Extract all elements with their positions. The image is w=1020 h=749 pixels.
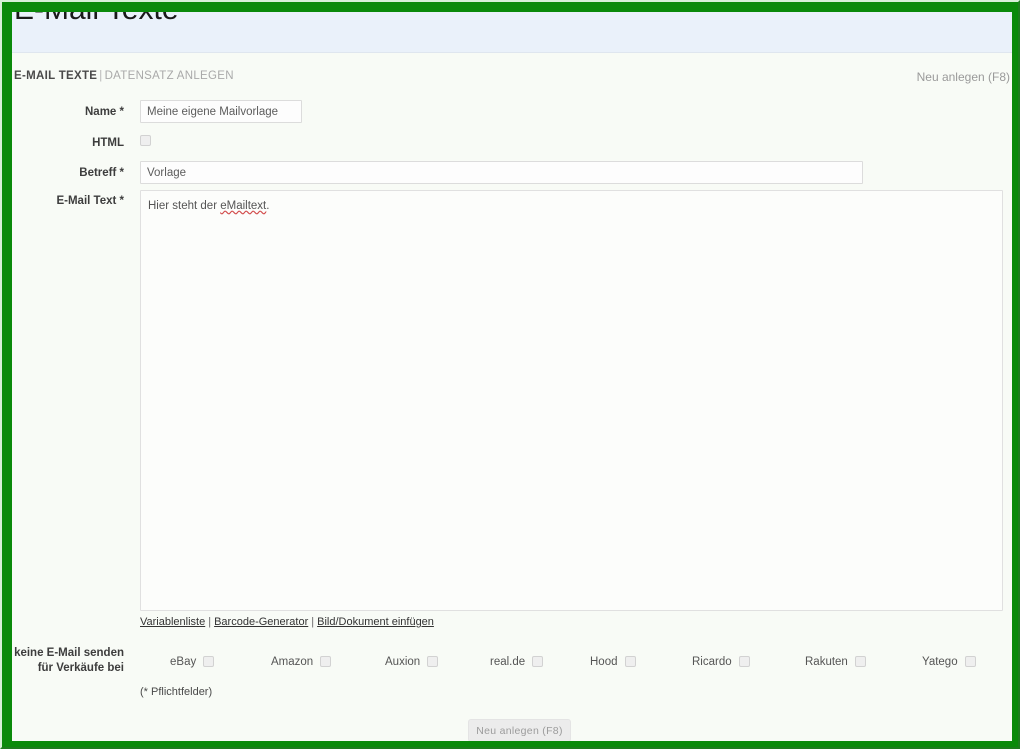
marketplace-label-auxion: Auxion	[385, 656, 421, 668]
top-new-record-link[interactable]: Neu anlegen (F8)	[917, 70, 1010, 84]
form-row-name: Name *	[12, 100, 1012, 132]
link-bild-dokument-einfuegen[interactable]: Bild/Dokument einfügen	[317, 616, 434, 628]
marketplace-checkbox-yatego[interactable]	[964, 656, 976, 668]
required-fields-note: (* Pflichtfelder)	[140, 686, 213, 698]
form-row-email-text: E-Mail Text * Hier steht der eMailtext.	[12, 190, 1012, 616]
breadcrumb-current: E-MAIL TEXTE	[14, 70, 98, 82]
marketplace-item-realde: real.de	[490, 656, 544, 668]
email-text-label: E-Mail Text *	[12, 194, 124, 208]
marketplace-item-ebay: eBay	[170, 656, 215, 668]
email-text-content: Hier steht der eMailtext.	[148, 199, 269, 214]
title-band: E-Mail Texte	[12, 12, 1012, 53]
form-row-marketplaces: keine E-Mail senden für Verkäufe bei eBa…	[12, 646, 1012, 686]
marketplace-checkbox-ricardo[interactable]	[738, 656, 750, 668]
marketplace-label-yatego: Yatego	[922, 656, 958, 668]
marketplace-label-amazon: Amazon	[271, 656, 314, 668]
page-title: E-Mail Texte	[14, 12, 179, 27]
marketplace-checkbox-amazon[interactable]	[320, 656, 332, 668]
betreff-label-text: Betreff	[79, 167, 117, 179]
editor-links: Variablenliste | Barcode-Generator | Bild/Do…	[140, 616, 434, 628]
link-separator-2: |	[311, 616, 315, 628]
breadcrumb-row: E-MAIL TEXTE | DATENSATZ ANLEGEN Neu anleg…	[12, 67, 1012, 93]
marketplace-checkbox-ebay[interactable]	[203, 656, 215, 668]
form-row-betreff: Betreff *	[12, 161, 1012, 190]
marketplace-label-rakuten: Rakuten	[805, 656, 848, 668]
link-separator-1: |	[208, 616, 212, 628]
link-variablenliste[interactable]: Variablenliste	[140, 616, 205, 628]
form-row-html: HTML	[12, 132, 1012, 161]
marketplace-checkbox-hood[interactable]	[624, 656, 636, 668]
email-text-misspelled-word: eMailtext	[220, 200, 267, 212]
marketplaces-label-line2: für Verkäufe bei	[37, 662, 124, 674]
link-barcode-generator[interactable]: Barcode-Generator	[214, 616, 308, 628]
name-label-text: Name	[85, 106, 117, 118]
marketplace-label-ebay: eBay	[170, 656, 197, 668]
betreff-input[interactable]	[140, 161, 863, 184]
marketplace-item-yatego: Yatego	[922, 656, 976, 668]
email-text-label-text: E-Mail Text	[56, 195, 117, 207]
marketplace-label-ricardo: Ricardo	[692, 656, 732, 668]
breadcrumb-separator: |	[99, 70, 103, 82]
marketplace-label-hood: Hood	[590, 656, 618, 668]
marketplace-checkbox-rakuten[interactable]	[854, 656, 866, 668]
marketplace-checkbox-realde[interactable]	[532, 656, 544, 668]
submit-new-record-button[interactable]: Neu anlegen (F8)	[468, 719, 571, 741]
marketplace-item-ricardo: Ricardo	[692, 656, 750, 668]
email-text-required-marker: *	[116, 195, 124, 207]
marketplace-checkbox-auxion[interactable]	[427, 656, 439, 668]
record-form: Name * HTML Betreff * E	[12, 100, 1012, 741]
marketplace-item-hood: Hood	[590, 656, 636, 668]
marketplace-item-auxion: Auxion	[385, 656, 439, 668]
form-row-submit: Neu anlegen (F8)	[12, 719, 1012, 741]
marketplace-item-amazon: Amazon	[271, 656, 332, 668]
marketplace-label-realde: real.de	[490, 656, 526, 668]
marketplaces-label-line1: keine E-Mail senden	[14, 647, 124, 659]
form-row-required-note: (* Pflichtfelder)	[12, 686, 1012, 719]
breadcrumb: E-MAIL TEXTE | DATENSATZ ANLEGEN	[14, 70, 234, 82]
name-label: Name *	[12, 105, 124, 119]
marketplace-checkbox-row: keine E-Mail senden für Verkäufe bei eBa…	[12, 646, 1012, 680]
form-row-editor-links: Variablenliste | Barcode-Generator | Bild/Do…	[12, 616, 1012, 646]
breadcrumb-section: DATENSATZ ANLEGEN	[104, 70, 234, 82]
page-content-area: E-Mail Texte E-MAIL TEXTE|DATENSATZ ANLE…	[12, 12, 1012, 741]
marketplace-item-rakuten: Rakuten	[805, 656, 866, 668]
email-text-editor[interactable]: Hier steht der eMailtext.	[140, 190, 1003, 611]
marketplaces-label: keine E-Mail senden für Verkäufe bei	[12, 646, 124, 676]
email-text-suffix: .	[266, 200, 270, 212]
name-input[interactable]	[140, 100, 302, 123]
html-label: HTML	[12, 136, 124, 150]
html-label-text: HTML	[92, 137, 124, 149]
email-text-prefix: Hier steht der	[148, 200, 221, 212]
green-page-frame: E-Mail Texte E-MAIL TEXTE|DATENSATZ ANLE…	[0, 0, 1020, 749]
name-required-marker: *	[116, 106, 124, 118]
betreff-label: Betreff *	[12, 166, 124, 180]
betreff-required-marker: *	[116, 167, 124, 179]
html-checkbox[interactable]	[140, 135, 151, 146]
